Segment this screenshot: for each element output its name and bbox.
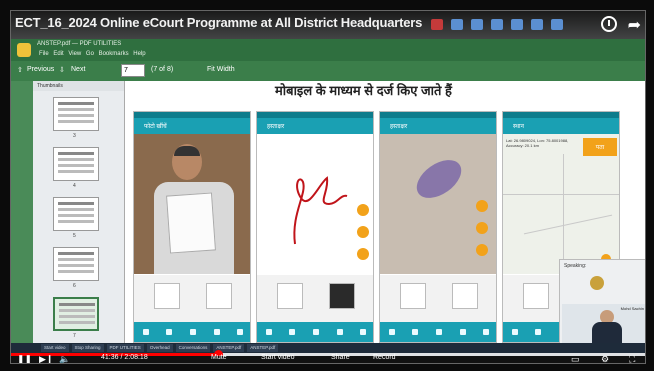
app-icon bbox=[511, 19, 523, 30]
next-video-icon[interactable]: ▶❙ bbox=[39, 354, 53, 363]
action-button[interactable] bbox=[357, 204, 369, 216]
taskbar-item[interactable]: PDF UTILITIES bbox=[106, 344, 144, 352]
court-emblem-icon bbox=[590, 276, 604, 290]
phone-bottom-nav bbox=[380, 322, 496, 342]
video-controls: ❚❚ ▶❙ 🔈 41:36 / 2:08:18 Mute Start video… bbox=[11, 354, 645, 363]
clear-button[interactable] bbox=[357, 248, 369, 260]
pdf-app-name: ANSTEP.pdf — PDF UTILITIES bbox=[37, 41, 122, 47]
app-icon bbox=[431, 19, 443, 30]
next-arrow-icon[interactable]: ⇩ bbox=[59, 66, 65, 74]
system-tray-icons bbox=[431, 19, 563, 33]
thumbnail-page-number: 3 bbox=[73, 133, 76, 139]
thumbnail-page-number: 6 bbox=[73, 283, 76, 289]
person-photo bbox=[134, 134, 250, 274]
pdf-app-logo-icon bbox=[17, 43, 31, 57]
thumbnail-page-number: 7 bbox=[73, 333, 76, 339]
record-button[interactable]: Record bbox=[373, 354, 396, 361]
thumbnails-pane: Thumbnails 3 4 5 6 7 bbox=[33, 81, 125, 343]
participant-video-tile[interactable]: Mohd Sachin bbox=[562, 304, 645, 344]
thumbnail-page[interactable] bbox=[53, 147, 99, 181]
signature-canvas bbox=[257, 134, 373, 274]
clear-button[interactable] bbox=[476, 244, 488, 256]
pdf-toolbar: ⇧ Previous ⇩ Next 7 (7 of 8) Fit Width bbox=[11, 61, 645, 81]
phone-bottom-nav bbox=[257, 322, 373, 342]
thumbnails-header: Thumbnails bbox=[33, 81, 124, 91]
thumbnail-page-active[interactable] bbox=[53, 297, 99, 331]
video-title[interactable]: ECT_16_2024 Online eCourt Programme at A… bbox=[15, 15, 422, 30]
thumbnail-page[interactable] bbox=[53, 197, 99, 231]
page-count: (7 of 8) bbox=[151, 66, 174, 73]
phone-appbar-title: फोटो खींचें bbox=[134, 118, 250, 134]
app-icon bbox=[491, 19, 503, 30]
taskbar-item[interactable]: Stop Sharing bbox=[71, 344, 104, 352]
thumbnail-page-number: 5 bbox=[73, 233, 76, 239]
document-heading: मोबाइल के माध्यम से दर्ज किए जाते हैं bbox=[275, 83, 452, 98]
settings-gear-icon[interactable]: ⚙ bbox=[601, 354, 609, 363]
app-icon bbox=[551, 19, 563, 30]
map-view: Lat: 26.9809024, Lon: 75.8001988, Accura… bbox=[503, 134, 619, 274]
fullscreen-icon[interactable]: ⛶ bbox=[629, 354, 635, 363]
video-player[interactable]: ECT_16_2024 Online eCourt Programme at A… bbox=[10, 10, 646, 364]
pdf-menu-bar[interactable]: File Edit View Go Bookmarks Help bbox=[39, 51, 146, 57]
phone-appbar-title: हस्ताक्षर bbox=[257, 118, 373, 134]
previous-button[interactable]: Previous bbox=[27, 66, 54, 73]
left-sidebar-strip bbox=[11, 81, 33, 343]
participant-name: Mohd Sachin bbox=[620, 306, 644, 311]
thumbnail-page-number: 4 bbox=[73, 183, 76, 189]
phone-screenshot-thumbprint: हस्ताक्षर bbox=[379, 111, 497, 343]
volume-icon[interactable]: 🔈 bbox=[59, 354, 70, 363]
thumbnail-page[interactable] bbox=[53, 247, 99, 281]
app-icon bbox=[471, 19, 483, 30]
thumbprint-photo bbox=[380, 134, 496, 274]
next-button[interactable]: Next bbox=[71, 66, 85, 73]
subtitles-icon[interactable]: ▭ bbox=[571, 354, 580, 363]
confirm-button[interactable] bbox=[357, 226, 369, 238]
speaking-label: Speaking: bbox=[564, 263, 587, 269]
watch-later-icon[interactable] bbox=[601, 16, 617, 32]
video-frame: ECT_16_2024 Online eCourt Programme at A… bbox=[0, 0, 654, 371]
fit-width-button[interactable]: Fit Width bbox=[207, 66, 235, 73]
share-button[interactable]: Share bbox=[331, 354, 350, 361]
page-number-input[interactable]: 7 bbox=[121, 64, 145, 77]
share-icon[interactable]: ➦ bbox=[628, 15, 641, 35]
previous-arrow-icon[interactable]: ⇧ bbox=[17, 66, 23, 74]
taskbar-item[interactable]: Overhead bbox=[146, 344, 173, 352]
phone-screenshot-signature: हस्ताक्षर bbox=[256, 111, 374, 343]
video-time: 41:36 / 2:08:18 bbox=[101, 354, 148, 361]
taskbar-item[interactable]: Conversations bbox=[175, 344, 211, 352]
phone-bottom-nav bbox=[134, 322, 250, 342]
app-icon bbox=[451, 19, 463, 30]
play-pause-icon[interactable]: ❚❚ bbox=[17, 354, 32, 363]
location-readout: Lat: 26.9809024, Lon: 75.8001988, Accura… bbox=[506, 138, 569, 148]
confirm-button[interactable] bbox=[476, 222, 488, 234]
mute-button[interactable]: Mute bbox=[211, 354, 227, 361]
pdf-app-header: ANSTEP.pdf — PDF UTILITIES File Edit Vie… bbox=[11, 39, 645, 61]
taskbar-item[interactable]: ANSTEP.pdf bbox=[247, 344, 279, 352]
taskbar-item[interactable]: Start video bbox=[41, 344, 69, 352]
phone-appbar-title: हस्ताक्षर bbox=[380, 118, 496, 134]
windows-taskbar: Start video Stop Sharing PDF UTILITIES O… bbox=[11, 343, 645, 353]
phone-screenshot-photo: फोटो खींचें bbox=[133, 111, 251, 343]
meeting-speaking-pane: Speaking: Mohd Sachin bbox=[559, 259, 645, 345]
start-video-button[interactable]: Start video bbox=[261, 354, 294, 361]
phone-appbar-title: स्थान bbox=[503, 118, 619, 134]
app-icon bbox=[531, 19, 543, 30]
map-address-button[interactable]: पता bbox=[583, 138, 617, 156]
action-button[interactable] bbox=[476, 200, 488, 212]
thumbnail-page[interactable] bbox=[53, 97, 99, 131]
